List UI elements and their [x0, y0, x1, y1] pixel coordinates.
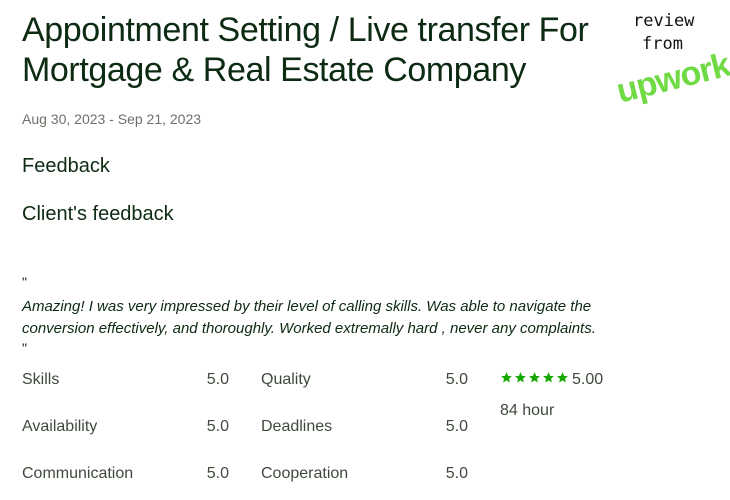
- svg-text:upwork: upwork: [613, 46, 730, 106]
- badge-line-review: review: [633, 11, 695, 31]
- star-icon: [515, 372, 526, 383]
- upwork-review-badge: review from upwork: [605, 6, 730, 106]
- job-dates: Aug 30, 2023 - Sep 21, 2023: [22, 111, 202, 127]
- feedback-heading: Feedback: [22, 155, 110, 177]
- rating-label-communication: Communication: [22, 465, 134, 482]
- rating-value-communication: 5.0: [206, 465, 229, 482]
- overall-score: 5.00: [572, 371, 604, 388]
- rating-label-skills: Skills: [22, 371, 60, 388]
- hours-worked: 84 hour: [500, 402, 555, 419]
- star-icon: [501, 372, 512, 383]
- open-quote-mark: ": [22, 274, 27, 290]
- rating-value-quality: 5.0: [445, 371, 468, 388]
- star-icon: [543, 372, 554, 383]
- review-text: Amazing! I was very impressed by their l…: [22, 298, 596, 337]
- client-feedback-heading: Client's feedback: [22, 203, 174, 225]
- rating-label-cooperation: Cooperation: [261, 465, 349, 482]
- close-quote-mark: ": [22, 340, 27, 356]
- rating-value-deadlines: 5.0: [445, 418, 468, 435]
- rating-value-cooperation: 5.0: [445, 465, 468, 482]
- rating-label-quality: Quality: [261, 371, 311, 388]
- rating-label-deadlines: Deadlines: [261, 418, 333, 435]
- job-title-line-2: Mortgage & Real Estate Company: [22, 51, 526, 89]
- star-icon: [557, 372, 568, 383]
- star-icon: [529, 372, 540, 383]
- rating-label-availability: Availability: [22, 418, 98, 435]
- rating-value-skills: 5.0: [206, 371, 229, 388]
- star-rating: [500, 371, 569, 384]
- rating-value-availability: 5.0: [206, 418, 229, 435]
- job-title-line-1: Appointment Setting / Live transfer For: [22, 11, 589, 49]
- job-title: Appointment Setting / Live transfer For …: [22, 10, 622, 90]
- upwork-logo-icon: upwork: [613, 46, 730, 106]
